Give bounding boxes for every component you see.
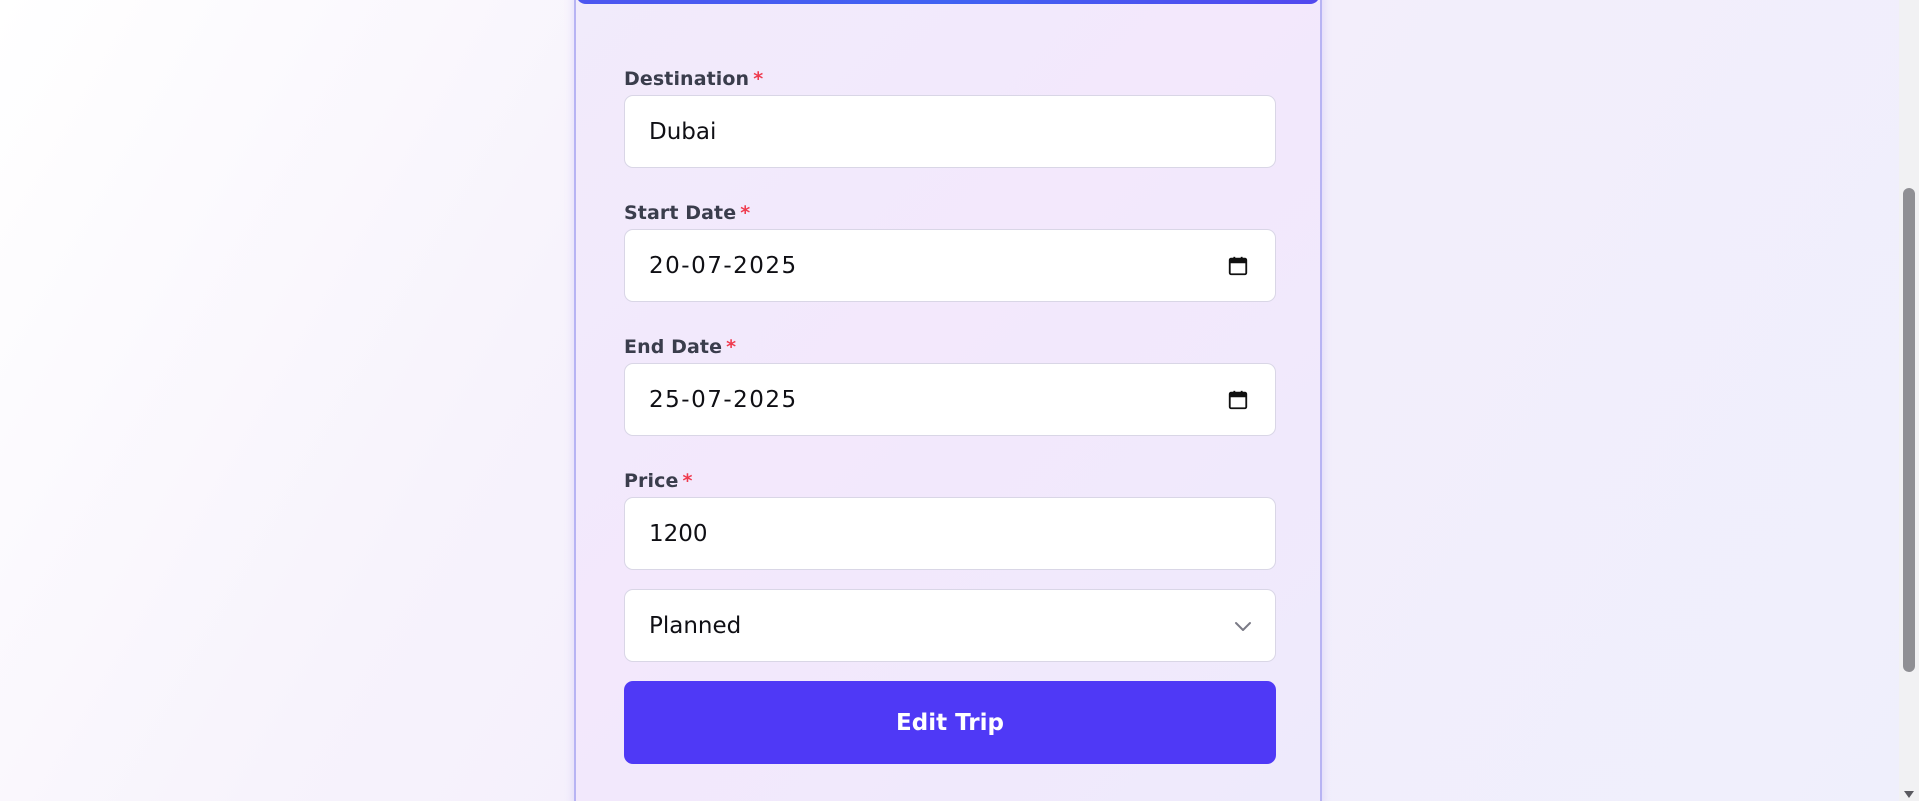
calendar-icon[interactable] [1227, 389, 1249, 411]
end-date-input[interactable]: 25-07-2025 [624, 363, 1276, 436]
required-marker: * [682, 470, 693, 492]
end-date-label: End Date * [624, 336, 736, 358]
start-date-label: Start Date * [624, 202, 750, 224]
calendar-icon[interactable] [1227, 255, 1249, 277]
chevron-down-icon [1235, 621, 1251, 631]
destination-label-text: Destination [624, 68, 750, 90]
destination-input[interactable]: Dubai [624, 95, 1276, 168]
status-select[interactable]: Planned [624, 589, 1276, 662]
price-value: 1200 [649, 520, 708, 547]
status-selected-value: Planned [649, 612, 742, 639]
page-viewport: Destination * Dubai Start Date * 20-07-202… [0, 0, 1899, 801]
start-date-value: 20-07-2025 [649, 252, 798, 279]
destination-label: Destination * [624, 68, 763, 90]
vertical-scrollbar[interactable] [1899, 0, 1919, 801]
card-accent-bar [576, 0, 1320, 4]
price-label-text: Price [624, 470, 679, 492]
arrow-down-icon[interactable] [1902, 788, 1916, 800]
edit-trip-button[interactable]: Edit Trip [624, 681, 1276, 764]
start-date-label-text: Start Date [624, 202, 737, 224]
end-date-label-text: End Date [624, 336, 723, 358]
start-date-input[interactable]: 20-07-2025 [624, 229, 1276, 302]
scrollbar-thumb[interactable] [1903, 188, 1915, 672]
price-label: Price * [624, 470, 693, 492]
required-marker: * [753, 68, 764, 90]
edit-trip-card: Destination * Dubai Start Date * 20-07-202… [574, 0, 1322, 801]
required-marker: * [726, 336, 737, 358]
destination-value: Dubai [649, 118, 717, 145]
price-input[interactable]: 1200 [624, 497, 1276, 570]
required-marker: * [740, 202, 751, 224]
end-date-value: 25-07-2025 [649, 386, 798, 413]
